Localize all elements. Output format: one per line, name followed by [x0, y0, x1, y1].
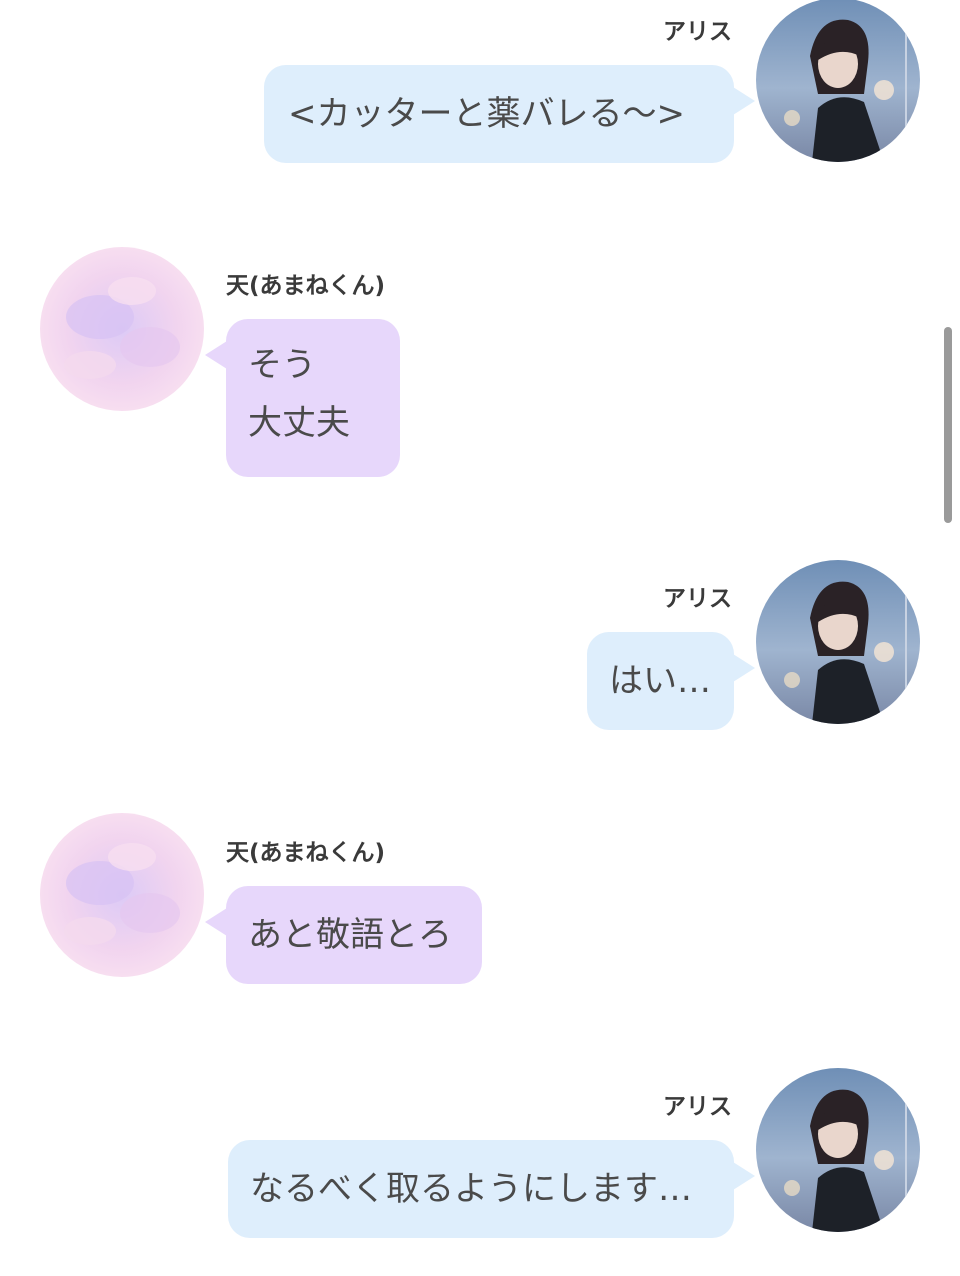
pastel-cloud-avatar-icon[interactable]: [40, 247, 204, 411]
pastel-cloud-avatar-icon[interactable]: [40, 813, 204, 977]
message-text: そう: [248, 345, 316, 385]
chat-thread[interactable]: アリス <カッターと薬バレる〜> 天(あまねくん) そう 大丈夫 アリス はい……: [0, 0, 960, 1276]
sender-name: アリス: [663, 586, 732, 612]
bubble-tail: [733, 654, 755, 682]
girl-portrait-avatar-icon[interactable]: [756, 560, 920, 724]
message-text: 大丈夫: [248, 403, 350, 443]
bubble-tail: [733, 87, 755, 115]
vertical-scrollbar[interactable]: [944, 327, 952, 523]
message-text: あと敬語とろ: [248, 915, 452, 955]
message-bubble[interactable]: あと敬語とろ: [226, 886, 482, 984]
message-text: なるべく取るようにします…: [250, 1169, 692, 1209]
bubble-tail: [733, 1162, 755, 1190]
sender-name: アリス: [663, 19, 732, 45]
sender-name: 天(あまねくん): [226, 273, 386, 299]
sender-name: アリス: [663, 1094, 732, 1120]
message-bubble[interactable]: なるべく取るようにします…: [228, 1140, 734, 1238]
message-text: <カッターと薬バレる〜>: [288, 94, 685, 134]
bubble-tail: [205, 908, 227, 936]
sender-name: 天(あまねくん): [226, 840, 386, 866]
girl-portrait-avatar-icon[interactable]: [756, 1068, 920, 1232]
girl-portrait-avatar-icon[interactable]: [756, 0, 920, 162]
bubble-tail: [205, 341, 227, 369]
message-bubble[interactable]: <カッターと薬バレる〜>: [264, 65, 734, 163]
message-bubble[interactable]: はい…: [587, 632, 734, 730]
message-bubble[interactable]: そう 大丈夫: [226, 319, 400, 477]
message-text: はい…: [609, 661, 711, 701]
